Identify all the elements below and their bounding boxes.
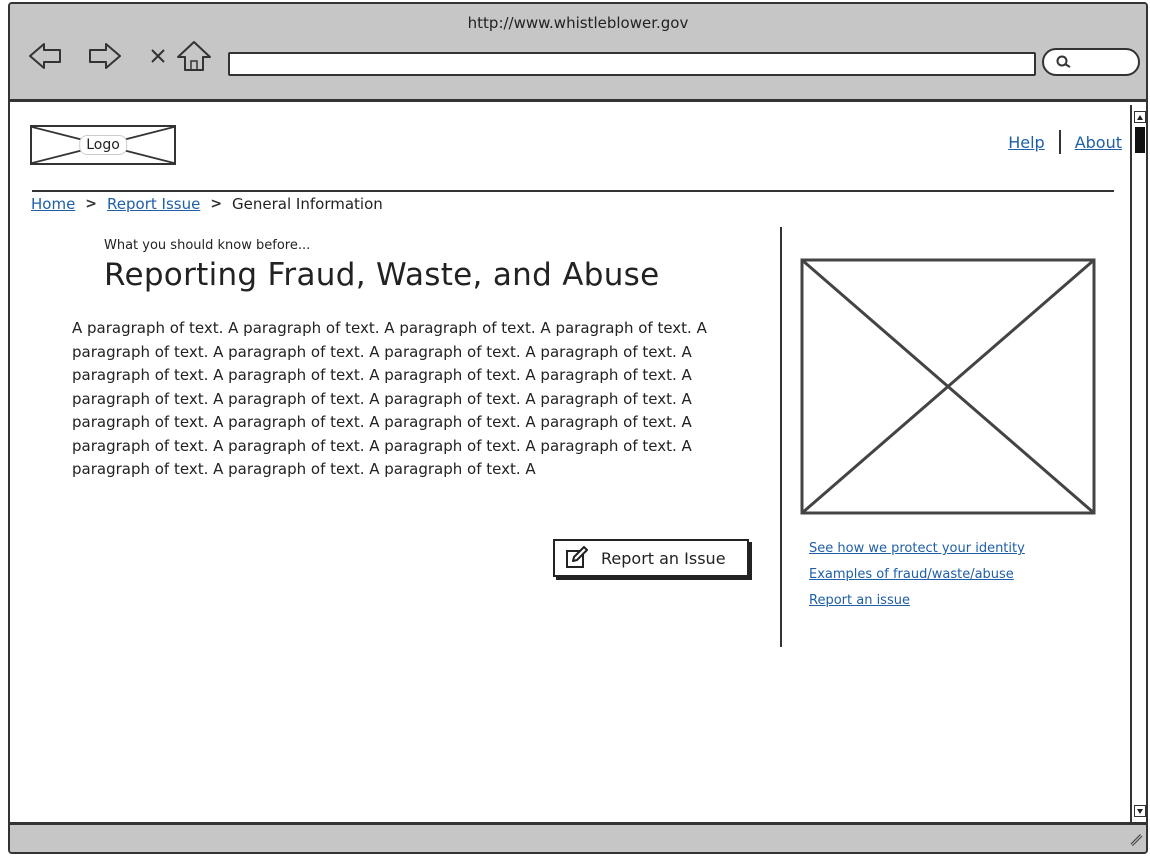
page-content: Logo Help About Home > Report Issue > Ge… <box>10 105 1130 823</box>
breadcrumb-report-issue[interactable]: Report Issue <box>107 195 200 213</box>
report-issue-button-label: Report an Issue <box>601 548 726 568</box>
report-issue-link[interactable]: Report an issue <box>809 593 1025 608</box>
scrollbar-thumb[interactable] <box>1135 127 1145 153</box>
breadcrumb-home[interactable]: Home <box>31 195 75 213</box>
logo[interactable]: Logo <box>30 125 176 165</box>
help-link[interactable]: Help <box>1008 133 1044 152</box>
report-issue-button[interactable]: Report an Issue <box>553 539 749 577</box>
home-icon[interactable] <box>174 36 214 76</box>
resize-grip-icon[interactable]: ∥ <box>1128 832 1144 848</box>
scroll-down-icon[interactable] <box>1134 805 1146 817</box>
chevron-right-icon: > <box>210 196 223 212</box>
breadcrumb: Home > Report Issue > General Informatio… <box>31 195 383 213</box>
column-divider <box>780 227 782 647</box>
sidebar-links: See how we protect your identity Example… <box>809 541 1025 608</box>
browser-toolbar: http://www.whistleblower.gov <box>10 4 1146 102</box>
image-placeholder <box>800 258 1096 515</box>
chevron-right-icon: > <box>85 196 98 212</box>
browser-window: http://www.whistleblower.gov Logo Help A… <box>8 2 1148 854</box>
address-bar[interactable] <box>228 52 1036 76</box>
breadcrumb-current: General Information <box>232 195 383 213</box>
back-arrow-icon[interactable] <box>26 36 66 76</box>
vertical-scrollbar[interactable] <box>1130 105 1146 823</box>
scroll-up-icon[interactable] <box>1134 111 1146 123</box>
header-divider <box>32 190 1114 192</box>
url-title: http://www.whistleblower.gov <box>467 14 689 32</box>
browser-search-field[interactable] <box>1042 48 1140 76</box>
top-nav: Help About <box>1008 130 1122 154</box>
about-link[interactable]: About <box>1075 133 1122 152</box>
body-paragraph: A paragraph of text. A paragraph of text… <box>72 319 707 478</box>
forward-arrow-icon[interactable] <box>84 36 124 76</box>
fraud-examples-link[interactable]: Examples of fraud/waste/abuse <box>809 567 1025 582</box>
page-title: Reporting Fraud, Waste, and Abuse <box>104 257 660 293</box>
page-kicker: What you should know before... <box>104 238 311 253</box>
search-icon <box>1056 55 1071 68</box>
protect-identity-link[interactable]: See how we protect your identity <box>809 541 1025 556</box>
nav-divider <box>1058 130 1061 154</box>
logo-label: Logo <box>79 135 127 155</box>
edit-icon <box>566 546 588 568</box>
close-icon[interactable] <box>138 36 178 76</box>
status-bar: ∥ <box>10 822 1146 852</box>
